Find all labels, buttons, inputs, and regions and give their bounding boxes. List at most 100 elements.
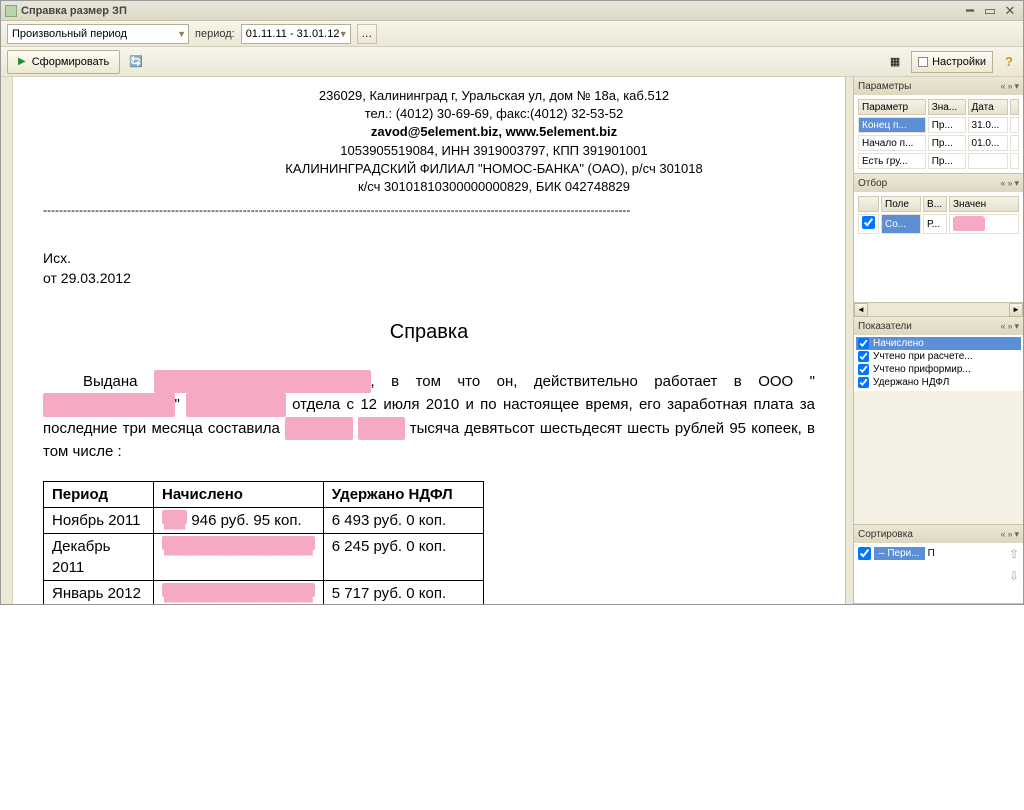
vertical-scrollbar[interactable] xyxy=(845,77,853,604)
indicator-item[interactable]: Удержано НДФЛ xyxy=(856,376,1021,389)
indicator-checkbox[interactable] xyxy=(858,377,869,388)
grid-row[interactable]: Со... Р... ████ xyxy=(858,214,1019,234)
redacted-dept: █████████ xyxy=(186,393,286,416)
letterhead: 236029, Калининград г, Уральская ул, дом… xyxy=(223,87,765,196)
bank-line: КАЛИНИНГРАДСКИЙ ФИЛИАЛ "НОМОС-БАНКА" (ОА… xyxy=(223,160,765,178)
scroll-right-icon[interactable]: ► xyxy=(1009,303,1023,317)
indicator-item[interactable]: Учтено при расчете... xyxy=(856,350,1021,363)
panel-header[interactable]: Параметры « » ▾ xyxy=(854,77,1023,95)
panel-next-icon[interactable]: » xyxy=(1007,529,1012,539)
maximize-button[interactable]: ▭ xyxy=(981,3,999,19)
redacted-cell: ██ xyxy=(162,510,187,524)
col-accrued: Начислено xyxy=(154,482,324,508)
indicator-checkbox[interactable] xyxy=(858,364,869,375)
col-tax: Удержано НДФЛ xyxy=(323,482,483,508)
table-row: Январь 2012 ██████████████ 5 717 руб. 0 … xyxy=(44,581,484,604)
move-up-icon[interactable]: ⇧ xyxy=(1009,547,1019,561)
main-area: 236029, Калининград г, Уральская ул, дом… xyxy=(1,77,1023,604)
indicators-panel: Показатели « » ▾ Начислено Учтено при ра… xyxy=(854,317,1023,525)
panel-next-icon[interactable]: » xyxy=(1007,178,1012,188)
panel-collapse-icon[interactable]: ▾ xyxy=(1014,529,1019,540)
date-range-dropdown[interactable]: 01.11.11 - 31.01.12 ▼ xyxy=(241,24,351,44)
panel-next-icon[interactable]: » xyxy=(1007,81,1012,91)
document-title: Справка xyxy=(43,318,815,346)
window-title: Справка размер ЗП xyxy=(21,5,959,17)
grid-row[interactable]: Начало п... Пр... 01.0... xyxy=(858,135,1019,151)
app-icon xyxy=(5,5,17,17)
panel-prev-icon[interactable]: « xyxy=(1000,178,1005,188)
dropdown-arrow-icon: ▼ xyxy=(339,29,348,39)
title-bar: Справка размер ЗП ━ ▭ ✕ xyxy=(1,1,1023,21)
period-type-value: Произвольный период xyxy=(12,28,127,40)
salary-table: Период Начислено Удержано НДФЛ Ноябрь 20… xyxy=(43,481,484,604)
separator: ----------------------------------------… xyxy=(43,202,815,219)
period-label: период: xyxy=(195,28,235,40)
col-period: Период xyxy=(44,482,154,508)
generate-button-label: Сформировать xyxy=(32,56,110,68)
settings-sidebar: Параметры « » ▾ Параметр Зна... Дата xyxy=(853,77,1023,604)
move-down-icon[interactable]: ⇩ xyxy=(1009,569,1019,583)
panel-collapse-icon[interactable]: ▾ xyxy=(1014,321,1019,332)
close-button[interactable]: ✕ xyxy=(1001,3,1019,19)
indicator-checkbox[interactable] xyxy=(858,338,869,349)
generate-button[interactable]: ▶ Сформировать xyxy=(7,50,120,74)
parameters-panel: Параметры « » ▾ Параметр Зна... Дата xyxy=(854,77,1023,174)
redacted-filter-value: ████ xyxy=(953,217,985,231)
panel-prev-icon[interactable]: « xyxy=(1000,81,1005,91)
redacted-cell: ██████████████ xyxy=(162,536,315,550)
dropdown-arrow-icon: ▼ xyxy=(177,29,186,39)
indicator-item[interactable]: Учтено приформир... xyxy=(856,363,1021,376)
redacted-sum: ██████ xyxy=(285,417,353,440)
settings-button-label: Настройки xyxy=(932,56,986,68)
minimize-button[interactable]: ━ xyxy=(961,3,979,19)
panel-header[interactable]: Показатели « » ▾ xyxy=(854,317,1023,335)
action-toolbar: ▶ Сформировать 🔄 ▦ Настройки ? xyxy=(1,47,1023,77)
outgoing-label: Исх. xyxy=(43,249,815,269)
table-icon[interactable]: ▦ xyxy=(887,54,903,70)
filter-grid[interactable]: Поле В... Значен Со... Р... ████ xyxy=(856,194,1021,236)
inn-line: 1053905519084, ИНН 3919003797, КПП 39190… xyxy=(223,142,765,160)
grid-row[interactable]: Есть гру... Пр... xyxy=(858,153,1019,169)
sort-checkbox[interactable] xyxy=(858,547,871,560)
redacted-org: ████████████ xyxy=(43,393,175,416)
panel-prev-icon[interactable]: « xyxy=(1000,529,1005,539)
date-range-value: 01.11.11 - 31.01.12 xyxy=(246,28,340,40)
parameters-grid[interactable]: Параметр Зна... Дата Конец п... Пр... 31… xyxy=(856,97,1021,171)
table-row: Декабрь 2011 ██████████████ 6 245 руб. 0… xyxy=(44,534,484,581)
filter-checkbox[interactable] xyxy=(862,216,875,229)
redacted-cell: ██████████████ xyxy=(162,583,315,597)
indicator-item[interactable]: Начислено xyxy=(856,337,1021,350)
play-icon: ▶ xyxy=(18,56,26,67)
checkbox-icon xyxy=(918,57,928,67)
settings-button[interactable]: Настройки xyxy=(911,51,993,73)
indicator-checkbox[interactable] xyxy=(858,351,869,362)
period-type-dropdown[interactable]: Произвольный период ▼ xyxy=(7,24,189,44)
document-viewer[interactable]: 236029, Калининград г, Уральская ул, дом… xyxy=(13,77,845,604)
phone-line: тел.: (4012) 30-69-69, факс:(4012) 32-53… xyxy=(223,105,765,123)
panel-header[interactable]: Сортировка « » ▾ xyxy=(854,525,1023,543)
panel-collapse-icon[interactable]: ▾ xyxy=(1014,81,1019,92)
email-line: zavod@5element.biz, www.5element.biz xyxy=(223,123,765,141)
grid-row[interactable]: Конец п... Пр... 31.0... xyxy=(858,117,1019,133)
panel-collapse-icon[interactable]: ▾ xyxy=(1014,178,1019,189)
sort-item[interactable]: – Пери... П xyxy=(858,547,935,560)
panel-next-icon[interactable]: » xyxy=(1007,321,1012,331)
date-picker-button[interactable]: … xyxy=(357,24,377,44)
scroll-left-icon[interactable]: ◄ xyxy=(854,303,868,317)
table-row: Ноябрь 2011 ██ 946 руб. 95 коп. 6 493 ру… xyxy=(44,508,484,534)
redacted-sum2: ████ xyxy=(358,417,405,440)
period-toolbar: Произвольный период ▼ период: 01.11.11 -… xyxy=(1,21,1023,47)
redacted-name: ████████████████████ xyxy=(154,370,371,393)
filter-panel: Отбор « » ▾ Поле В... Значен xyxy=(854,174,1023,317)
help-icon[interactable]: ? xyxy=(1001,54,1017,70)
document-body: Выдана ████████████████████, в том что о… xyxy=(43,370,815,463)
refresh-icon[interactable]: 🔄 xyxy=(128,54,144,70)
panel-prev-icon[interactable]: « xyxy=(1000,321,1005,331)
horizontal-scrollbar[interactable]: ◄ ► xyxy=(854,302,1023,316)
outgoing-date: от 29.03.2012 xyxy=(43,269,815,289)
address-line: 236029, Калининград г, Уральская ул, дом… xyxy=(223,87,765,105)
sort-panel: Сортировка « » ▾ – Пери... П ⇧ ⇩ xyxy=(854,525,1023,604)
account-line: к/сч 30101810300000000829, БИК 042748829 xyxy=(223,178,765,196)
left-gutter xyxy=(1,77,13,604)
panel-header[interactable]: Отбор « » ▾ xyxy=(854,174,1023,192)
